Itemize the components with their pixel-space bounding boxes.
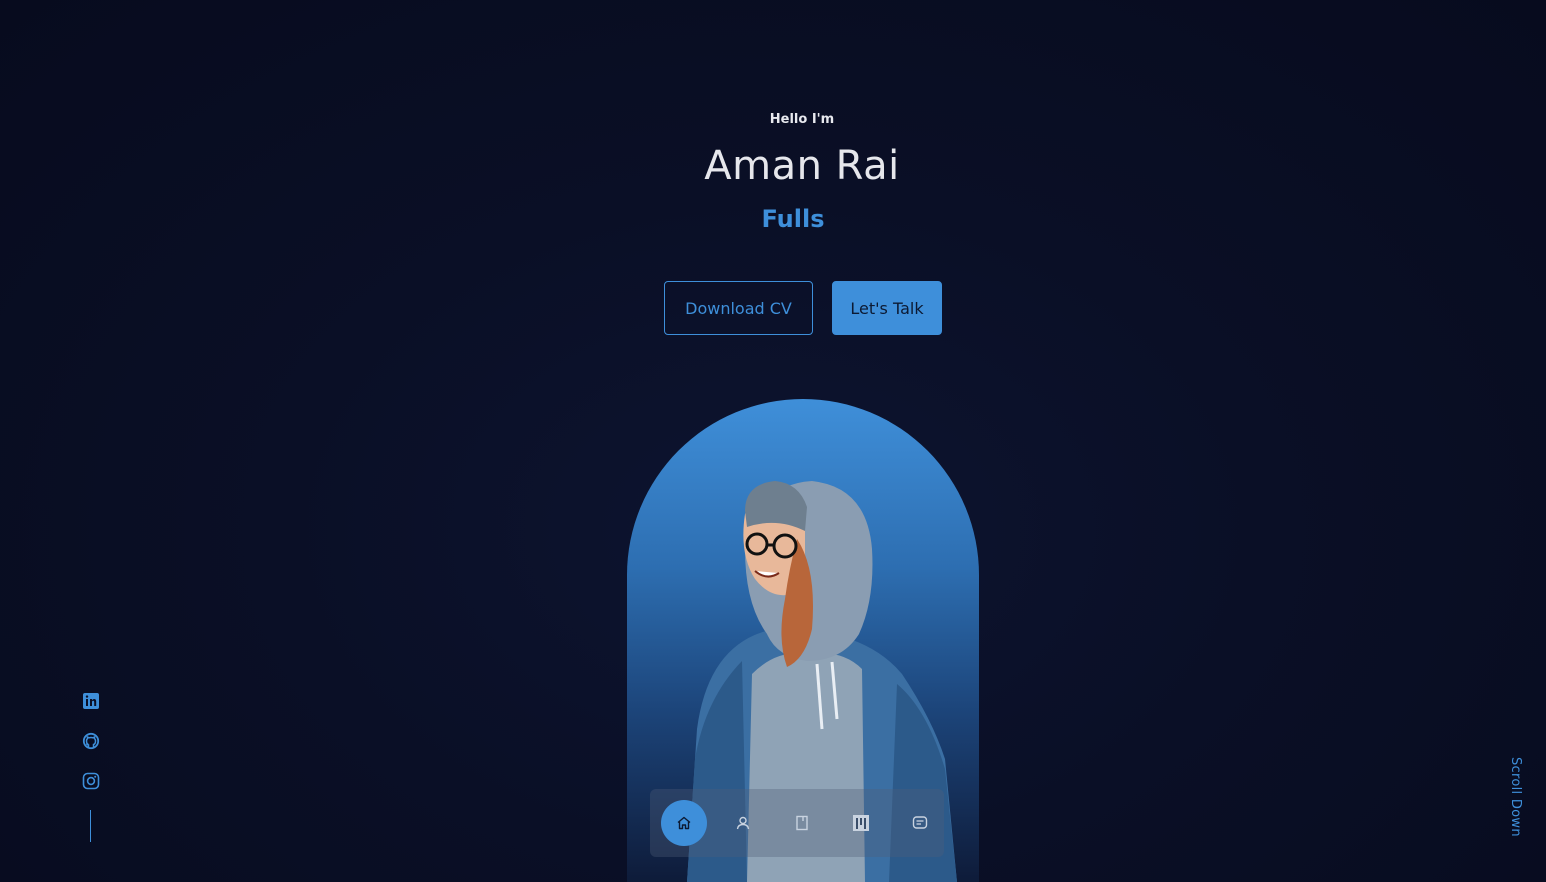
github-icon — [82, 732, 100, 750]
user-icon — [736, 816, 750, 830]
nav-experience[interactable] — [779, 800, 825, 846]
hero-name: Aman Rai — [704, 143, 900, 189]
download-cv-button[interactable]: Download CV — [664, 281, 813, 335]
nav-portfolio[interactable] — [838, 800, 884, 846]
nav-home[interactable] — [661, 800, 707, 846]
portfolio-icon — [853, 815, 869, 831]
scroll-down-link[interactable]: Scroll Down — [1496, 757, 1536, 841]
book-icon — [796, 815, 808, 831]
linkedin-link[interactable] — [81, 691, 101, 711]
instagram-link[interactable] — [81, 771, 101, 791]
bottom-nav-bar — [650, 789, 944, 857]
hero-role-typed: Fulls — [761, 205, 825, 233]
social-divider-line — [90, 810, 91, 842]
scroll-down-label: Scroll Down — [1508, 757, 1523, 837]
lets-talk-button[interactable]: Let's Talk — [832, 281, 942, 335]
nav-about[interactable] — [720, 800, 766, 846]
github-link[interactable] — [81, 731, 101, 751]
message-icon — [912, 816, 928, 829]
nav-contact[interactable] — [897, 800, 943, 846]
home-icon — [677, 816, 691, 830]
instagram-icon — [82, 772, 100, 790]
hero-greeting: Hello I'm — [769, 112, 835, 127]
linkedin-icon — [83, 693, 99, 709]
